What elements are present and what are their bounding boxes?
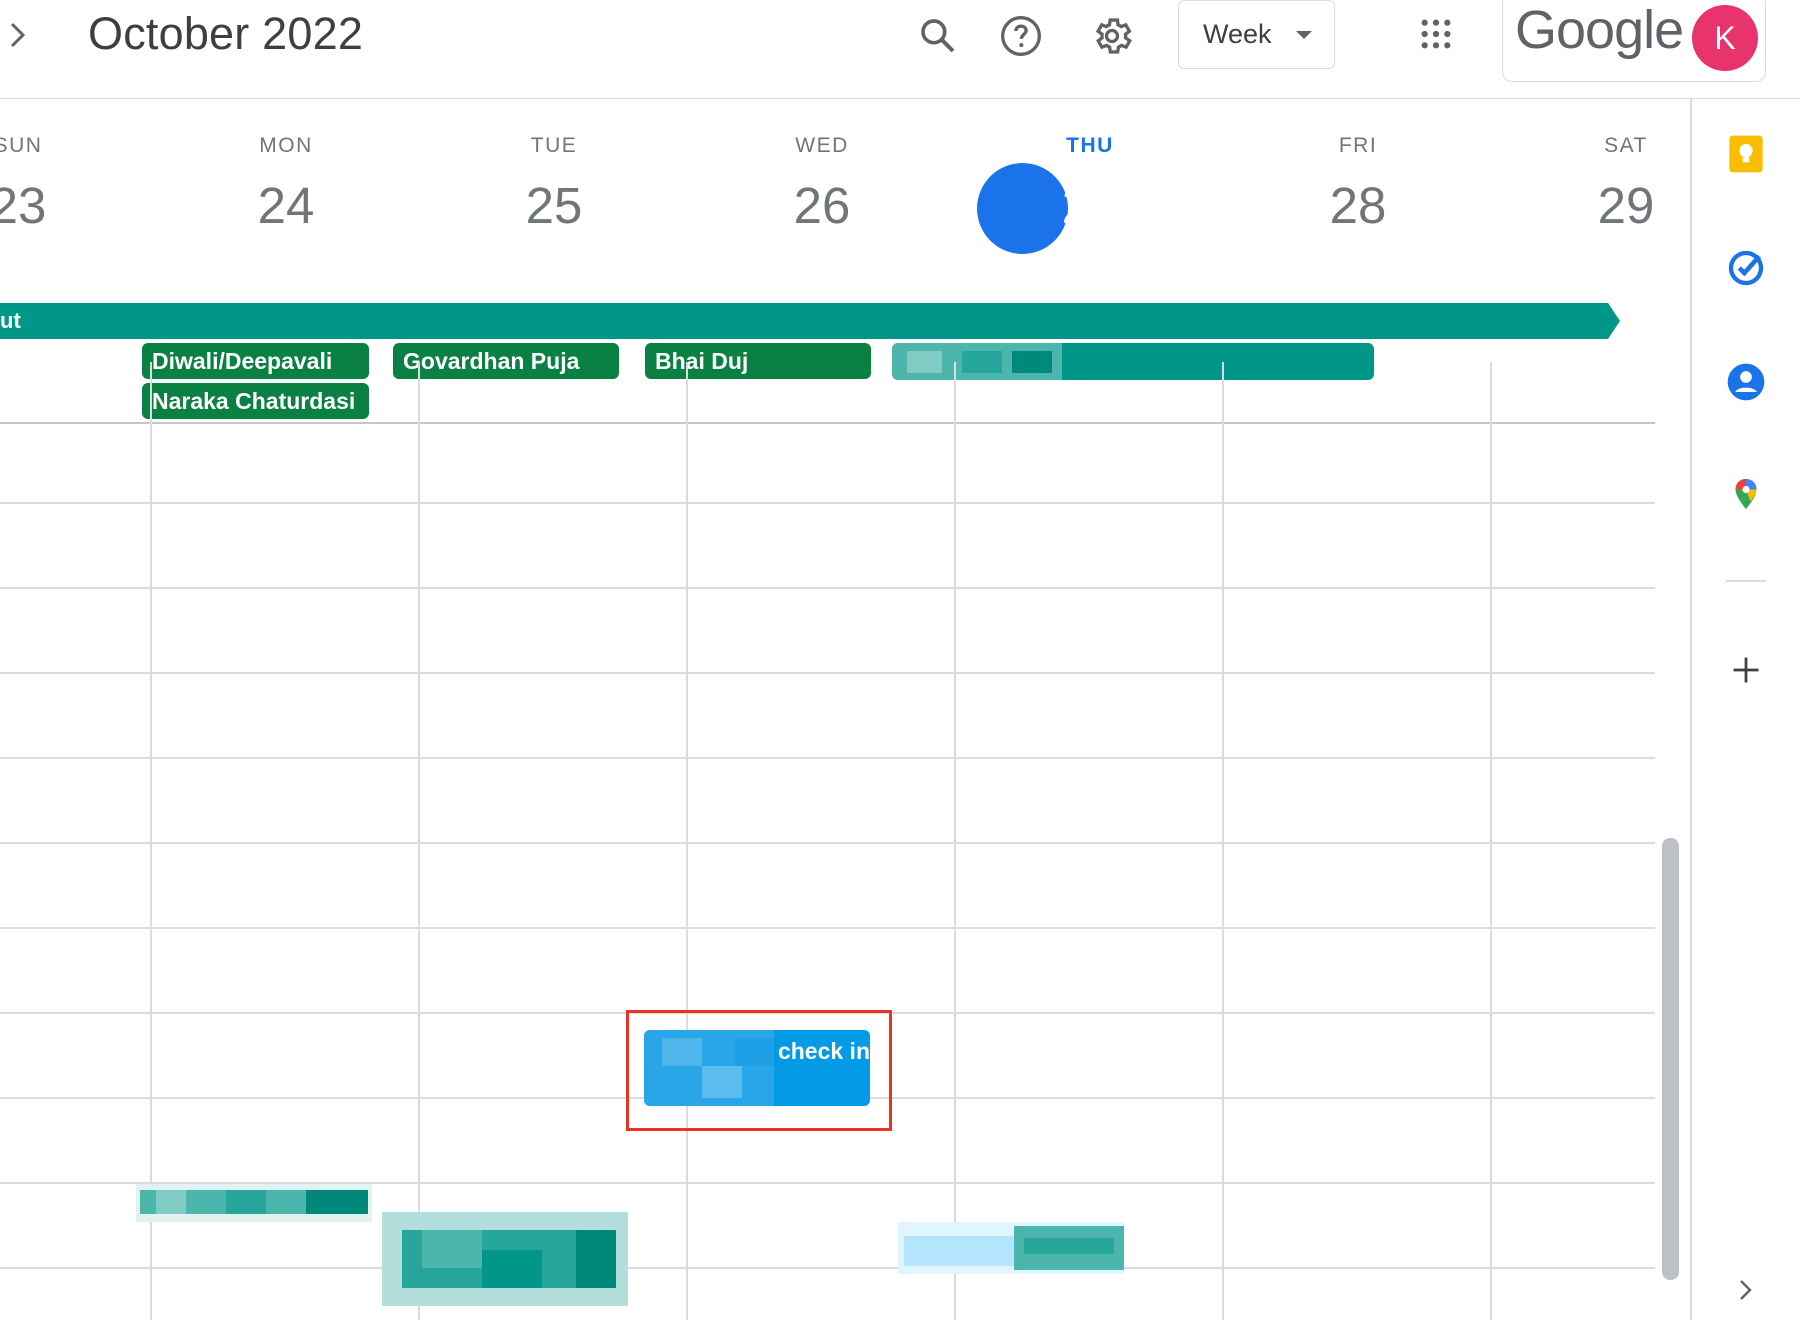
- day-number-tue[interactable]: 25: [494, 176, 614, 235]
- day-name-sun: SUN: [0, 134, 43, 157]
- hour-gridline: [0, 672, 1655, 674]
- redaction-pixels: [576, 1230, 616, 1288]
- holiday-event-naraka-chaturdasi[interactable]: Naraka Chaturdasi: [142, 383, 369, 419]
- apps-button[interactable]: [1410, 8, 1462, 60]
- holiday-event-diwali[interactable]: Diwali/Deepavali: [142, 343, 369, 379]
- hour-gridline: [0, 502, 1655, 504]
- day-number-wed[interactable]: 26: [762, 176, 882, 235]
- redaction-pixels: [156, 1190, 186, 1214]
- day-name-thu: THU: [1066, 134, 1114, 157]
- day-number-sun[interactable]: 23: [0, 176, 78, 235]
- keep-button[interactable]: [1726, 134, 1766, 174]
- redaction-pixels: [226, 1190, 266, 1214]
- day-number-sat[interactable]: 29: [1566, 176, 1686, 235]
- expand-chevron-icon: [1740, 1280, 1752, 1300]
- apps-grid-icon: [1421, 19, 1451, 49]
- day-column-divider: [150, 362, 152, 1320]
- maps-button[interactable]: [1726, 474, 1766, 514]
- expand-side-panel-button[interactable]: [1726, 1270, 1766, 1310]
- holiday-event-bhai-duj[interactable]: Bhai Duj: [645, 343, 871, 379]
- contacts-icon: [1727, 363, 1765, 401]
- day-name-sat: SAT: [1604, 134, 1648, 157]
- tasks-icon: [1728, 250, 1764, 286]
- hour-gridline: [0, 587, 1655, 589]
- search-button[interactable]: [912, 10, 964, 62]
- tasks-button[interactable]: [1726, 248, 1766, 288]
- add-icon: [1733, 657, 1759, 683]
- avatar[interactable]: K: [1692, 5, 1758, 71]
- page-title: October 2022: [88, 8, 364, 59]
- redaction-pixels: [907, 351, 942, 373]
- account-area[interactable]: Google K: [1502, 0, 1766, 82]
- redaction-pixels: [1024, 1238, 1114, 1254]
- day-column-divider: [418, 362, 420, 1320]
- day-name-fri: FRI: [1338, 134, 1378, 157]
- scrollbar-thumb[interactable]: [1662, 838, 1679, 1280]
- settings-button[interactable]: [1086, 10, 1138, 62]
- gear-icon: [1095, 18, 1132, 54]
- day-number-fri[interactable]: 28: [1298, 176, 1418, 235]
- day-number-mon[interactable]: 24: [226, 176, 346, 235]
- day-column-divider: [1222, 362, 1224, 1320]
- top-bar: October 2022 Week Google K: [0, 0, 1800, 99]
- chevron-right-icon: [10, 22, 26, 48]
- view-dropdown-label: Week: [1203, 19, 1272, 49]
- day-number-thu[interactable]: 27: [1030, 176, 1150, 235]
- caret-down-icon: [1296, 31, 1312, 39]
- day-name-mon: MON: [259, 134, 313, 157]
- hour-gridline: [0, 842, 1655, 844]
- multiday-event[interactable]: [0, 303, 1620, 339]
- day-name-wed: WED: [795, 134, 849, 157]
- google-logo: Google: [1515, 0, 1684, 60]
- redaction-pixels: [962, 351, 1002, 373]
- side-panel-separator: [1726, 580, 1766, 582]
- hour-gridline: [0, 1267, 1655, 1269]
- keep-icon: [1729, 135, 1763, 173]
- day-name-tue: TUE: [530, 134, 578, 157]
- redacted-allday-event[interactable]: [892, 343, 1374, 380]
- search-icon: [921, 19, 955, 53]
- redaction-pixels: [482, 1250, 542, 1288]
- highlight-box: [626, 1010, 892, 1131]
- contacts-button[interactable]: [1726, 362, 1766, 402]
- redacted-event[interactable]: [136, 1184, 372, 1222]
- hour-gridline: [0, 757, 1655, 759]
- redaction-pixels: [306, 1190, 368, 1214]
- redaction-pixels: [1012, 351, 1052, 373]
- help-button[interactable]: [995, 10, 1047, 62]
- hour-gridline: [0, 927, 1655, 929]
- day-column-divider: [954, 362, 956, 1320]
- redaction-pixels: [422, 1230, 482, 1268]
- multiday-event-label: ut: [0, 308, 21, 333]
- view-dropdown[interactable]: Week: [1178, 0, 1335, 69]
- next-week-button[interactable]: [2, 14, 34, 56]
- redacted-event[interactable]: [898, 1222, 1124, 1274]
- redaction-pixels: [904, 1236, 1014, 1266]
- day-column-divider: [1490, 362, 1492, 1320]
- day-column-divider: [686, 362, 688, 1320]
- side-panel-divider: [1690, 99, 1692, 1320]
- help-icon: [1001, 16, 1041, 56]
- holiday-event-govardhan-puja[interactable]: Govardhan Puja: [393, 343, 619, 379]
- add-addon-button[interactable]: [1726, 650, 1766, 690]
- redacted-event[interactable]: [382, 1212, 628, 1306]
- maps-icon: [1735, 479, 1757, 509]
